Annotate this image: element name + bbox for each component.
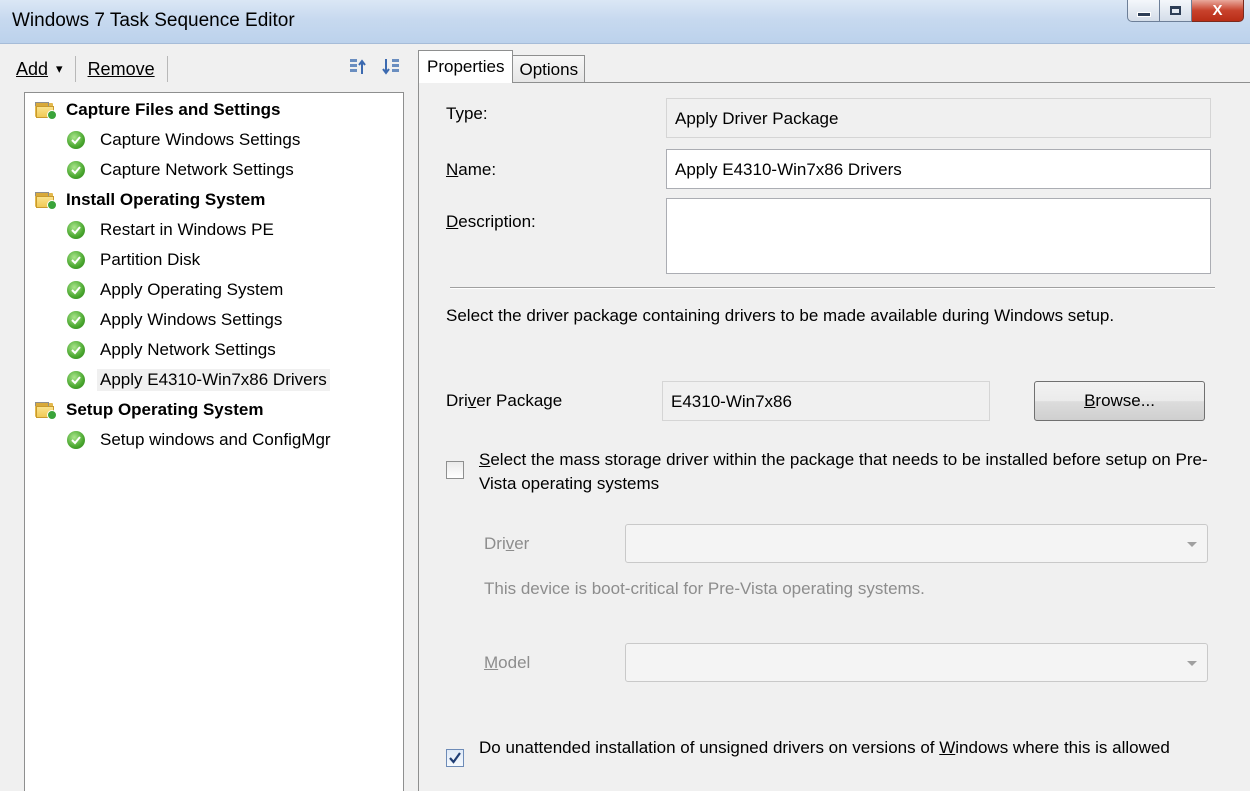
tree-step-label: Capture Windows Settings [100,130,301,149]
task-sequence-tree[interactable]: Capture Files and Settings Capture Windo… [24,92,404,791]
folder-icon [35,102,57,120]
tree-group[interactable]: Install Operating System [25,185,268,215]
tab-properties[interactable]: Properties [418,50,514,83]
success-check-icon [67,161,85,179]
maximize-button[interactable] [1160,0,1192,22]
separator-line [450,287,1215,289]
success-check-icon [67,311,85,329]
tree-group[interactable]: Setup Operating System [25,395,266,425]
type-label: Type: [446,104,488,123]
window-title: Windows 7 Task Sequence Editor [12,10,295,31]
unsigned-drivers-checkbox[interactable] [446,749,464,767]
minimize-icon [1136,12,1151,17]
tree-group[interactable]: Capture Files and Settings [25,95,283,125]
tree-step-label: Partition Disk [100,250,201,269]
close-button[interactable]: X [1192,0,1244,22]
driver-label: Driver [484,534,530,553]
name-field[interactable]: Apply E4310-Win7x86 Drivers [666,149,1211,189]
tree-step[interactable]: Restart in Windows PE [25,215,277,245]
tree-group-label: Install Operating System [66,190,266,209]
tree-step-label: Setup windows and ConfigMgr [100,430,331,449]
description-field[interactable] [666,198,1211,274]
tree-step-label: Capture Network Settings [100,160,294,179]
success-check-icon [67,131,85,149]
driver-package-label: Driver Package [446,391,563,410]
chevron-down-icon: ▾ [56,61,63,76]
tree-step-label: Apply E4310-Win7x86 Drivers [97,369,330,391]
driver-dropdown[interactable] [625,524,1208,563]
boot-critical-note: This device is boot-critical for Pre-Vis… [484,579,925,598]
success-check-icon [67,431,85,449]
tree-step-selected[interactable]: Apply E4310-Win7x86 Drivers [25,365,330,395]
remove-button[interactable]: Remove [82,59,161,80]
chevron-down-icon [1187,541,1197,547]
success-check-icon [67,251,85,269]
type-field: Apply Driver Package [666,98,1211,138]
chevron-down-icon [1187,660,1197,666]
move-up-icon[interactable] [348,56,370,78]
success-check-icon [67,371,85,389]
toolbar-separator [166,56,168,82]
folder-icon [35,192,57,210]
close-icon: X [1212,2,1223,19]
tab-options[interactable]: Options [512,55,586,83]
task-sequence-pane: Add ▾ Remove Capture Files and Settings … [0,44,411,791]
tree-group-label: Capture Files and Settings [66,100,281,119]
success-check-icon [67,221,85,239]
browse-button[interactable]: Browse... [1034,381,1205,421]
tree-step[interactable]: Apply Operating System [25,275,286,305]
mass-storage-checkbox[interactable] [446,461,464,479]
folder-icon [35,402,57,420]
add-menu-button[interactable]: Add ▾ [10,59,69,80]
description-label: Description: [446,212,536,231]
remove-label: Remove [87,58,155,79]
success-check-icon [67,281,85,299]
maximize-icon [1170,6,1181,15]
tree-step-label: Restart in Windows PE [100,220,274,239]
title-bar: Windows 7 Task Sequence Editor X [0,0,1250,44]
minimize-button[interactable] [1127,0,1160,22]
driver-package-field: E4310-Win7x86 [662,381,990,421]
tree-group-label: Setup Operating System [66,400,264,419]
tree-step[interactable]: Capture Network Settings [25,155,297,185]
checkmark-icon [449,752,461,764]
toolbar: Add ▾ Remove [10,50,406,88]
tree-step[interactable]: Setup windows and ConfigMgr [25,425,334,455]
add-label: Add [16,58,49,79]
tree-step-label: Apply Network Settings [100,340,276,359]
tree-step[interactable]: Partition Disk [25,245,203,275]
model-label: Model [484,653,531,672]
success-check-icon [67,341,85,359]
tree-step[interactable]: Capture Windows Settings [25,125,303,155]
move-down-icon[interactable] [380,56,402,78]
name-label: Name: [446,160,497,179]
instructions-text: Select the driver package containing dri… [446,306,1115,325]
window-controls: X [1127,0,1244,22]
mass-storage-label: Select the mass storage driver within th… [479,450,1208,493]
tree-step-label: Apply Windows Settings [100,310,283,329]
model-dropdown[interactable] [625,643,1208,682]
toolbar-separator [74,56,76,82]
tab-strip: Properties Options [418,50,586,83]
unsigned-drivers-label: Do unattended installation of unsigned d… [479,738,1170,757]
tree-step-label: Apply Operating System [100,280,284,299]
tree-step[interactable]: Apply Network Settings [25,335,279,365]
tree-step[interactable]: Apply Windows Settings [25,305,285,335]
